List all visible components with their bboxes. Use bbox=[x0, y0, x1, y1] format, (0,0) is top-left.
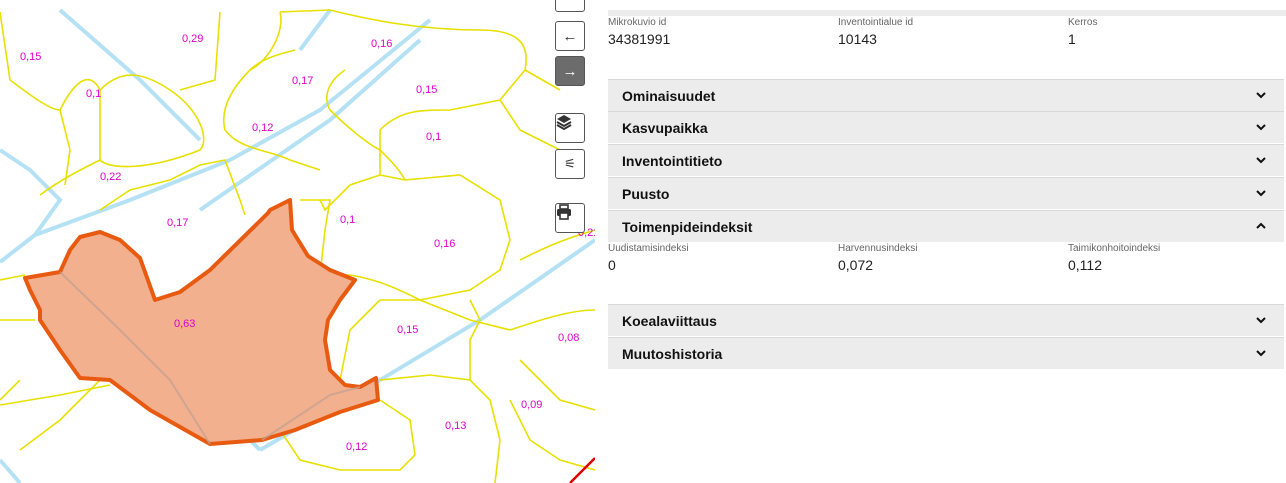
section-title: Puusto bbox=[622, 185, 670, 202]
section-ominaisuudet[interactable]: Ominaisuudet bbox=[608, 79, 1284, 111]
section-title: Ominaisuudet bbox=[622, 87, 716, 104]
stand-label: 0,15 bbox=[397, 324, 419, 336]
field-label: Taimikonhoitoindeksi bbox=[1068, 243, 1161, 254]
print-button[interactable] bbox=[555, 203, 585, 233]
field-value: 0,072 bbox=[838, 257, 874, 273]
arrow-right-icon: → bbox=[562, 62, 578, 80]
field-label: Inventointialue id bbox=[838, 17, 914, 28]
details-panel: Mikrokuvio id 34381991 Inventointialue i… bbox=[608, 0, 1286, 483]
layers-icon bbox=[556, 115, 572, 130]
forward-button[interactable]: → bbox=[555, 56, 585, 86]
stand-label: 0,12 bbox=[252, 122, 274, 134]
section-title: Kasvupaikka bbox=[622, 119, 708, 136]
section-title: Koealaviittaus bbox=[622, 312, 717, 329]
field-label: Mikrokuvio id bbox=[608, 17, 667, 28]
stand-label: 0,15 bbox=[20, 51, 42, 63]
stand-label: 0,09 bbox=[521, 399, 543, 411]
sliders-icon: ⚟ bbox=[564, 156, 576, 171]
field-harvennusindeksi: Harvennusindeksi 0,072 bbox=[838, 243, 918, 274]
stand-label: 0,16 bbox=[371, 38, 393, 50]
stand-label: 0,63 bbox=[174, 318, 196, 330]
section-koealaviittaus[interactable]: Koealaviittaus bbox=[608, 304, 1284, 336]
chevron-down-icon bbox=[1256, 317, 1266, 324]
stand-label: 0,12 bbox=[346, 441, 368, 453]
filter-button[interactable]: ⚟ bbox=[555, 149, 585, 179]
stand-label: 0,17 bbox=[167, 217, 189, 229]
stand-label: 0,08 bbox=[558, 332, 580, 344]
field-value: 10143 bbox=[838, 31, 877, 47]
field-label: Kerros bbox=[1068, 17, 1098, 28]
stand-label: 0,15 bbox=[416, 84, 438, 96]
field-inventointialue-id: Inventointialue id 10143 bbox=[838, 17, 913, 48]
section-title: Toimenpideindeksit bbox=[622, 218, 753, 235]
chevron-down-icon bbox=[1256, 124, 1266, 131]
map-view[interactable]: 0,29 0,16 0,15 0,1 0,17 0,15 0,12 0,1 0,… bbox=[0, 0, 595, 483]
field-label: Uudistamisindeksi bbox=[608, 243, 689, 254]
field-value: 0 bbox=[608, 257, 616, 273]
chevron-down-icon bbox=[1256, 92, 1266, 99]
field-kerros: Kerros 1 bbox=[1068, 17, 1097, 48]
section-inventointitieto[interactable]: Inventointitieto bbox=[608, 144, 1284, 176]
field-label: Harvennusindeksi bbox=[838, 243, 918, 254]
stand-label: 0,1 bbox=[86, 88, 102, 100]
layers-button[interactable] bbox=[555, 113, 585, 143]
chevron-up-icon bbox=[1256, 222, 1266, 229]
stand-label: 0,16 bbox=[434, 238, 456, 250]
chevron-down-icon bbox=[1256, 157, 1266, 164]
section-title: Inventointitieto bbox=[622, 152, 723, 169]
section-toimenpideindeksit[interactable]: Toimenpideindeksit bbox=[608, 210, 1284, 242]
section-puusto[interactable]: Puusto bbox=[608, 177, 1284, 209]
stand-label: 0,1 bbox=[426, 131, 442, 143]
field-uudistamisindeksi: Uudistamisindeksi 0 bbox=[608, 243, 689, 274]
map-canvas[interactable] bbox=[0, 0, 595, 483]
boundary-line bbox=[569, 457, 595, 483]
stand-label: 0,22 bbox=[100, 171, 122, 183]
field-taimikonhoitoindeksi: Taimikonhoitoindeksi 0,112 bbox=[1068, 243, 1160, 274]
field-value: 1 bbox=[1068, 31, 1076, 47]
field-mikrokuvio-id: Mikrokuvio id 34381991 bbox=[608, 17, 670, 48]
print-icon bbox=[557, 204, 571, 220]
zoom-button-partial[interactable] bbox=[555, 0, 585, 12]
chevron-down-icon bbox=[1256, 350, 1266, 357]
section-kasvupaikka[interactable]: Kasvupaikka bbox=[608, 111, 1284, 143]
field-value: 0,112 bbox=[1068, 257, 1102, 273]
stand-label: 0,13 bbox=[445, 420, 467, 432]
stand-label: 0,29 bbox=[182, 33, 204, 45]
section-muutoshistoria[interactable]: Muutoshistoria bbox=[608, 337, 1284, 369]
section-title: Muutoshistoria bbox=[622, 345, 723, 362]
back-button[interactable]: ← bbox=[555, 21, 585, 51]
arrow-left-icon: ← bbox=[562, 27, 578, 45]
chevron-down-icon bbox=[1256, 190, 1266, 197]
stand-label: 0,1 bbox=[340, 214, 356, 226]
stand-label: 0,17 bbox=[292, 75, 314, 87]
panel-header-strip bbox=[608, 10, 1286, 16]
field-value: 34381991 bbox=[608, 31, 671, 47]
